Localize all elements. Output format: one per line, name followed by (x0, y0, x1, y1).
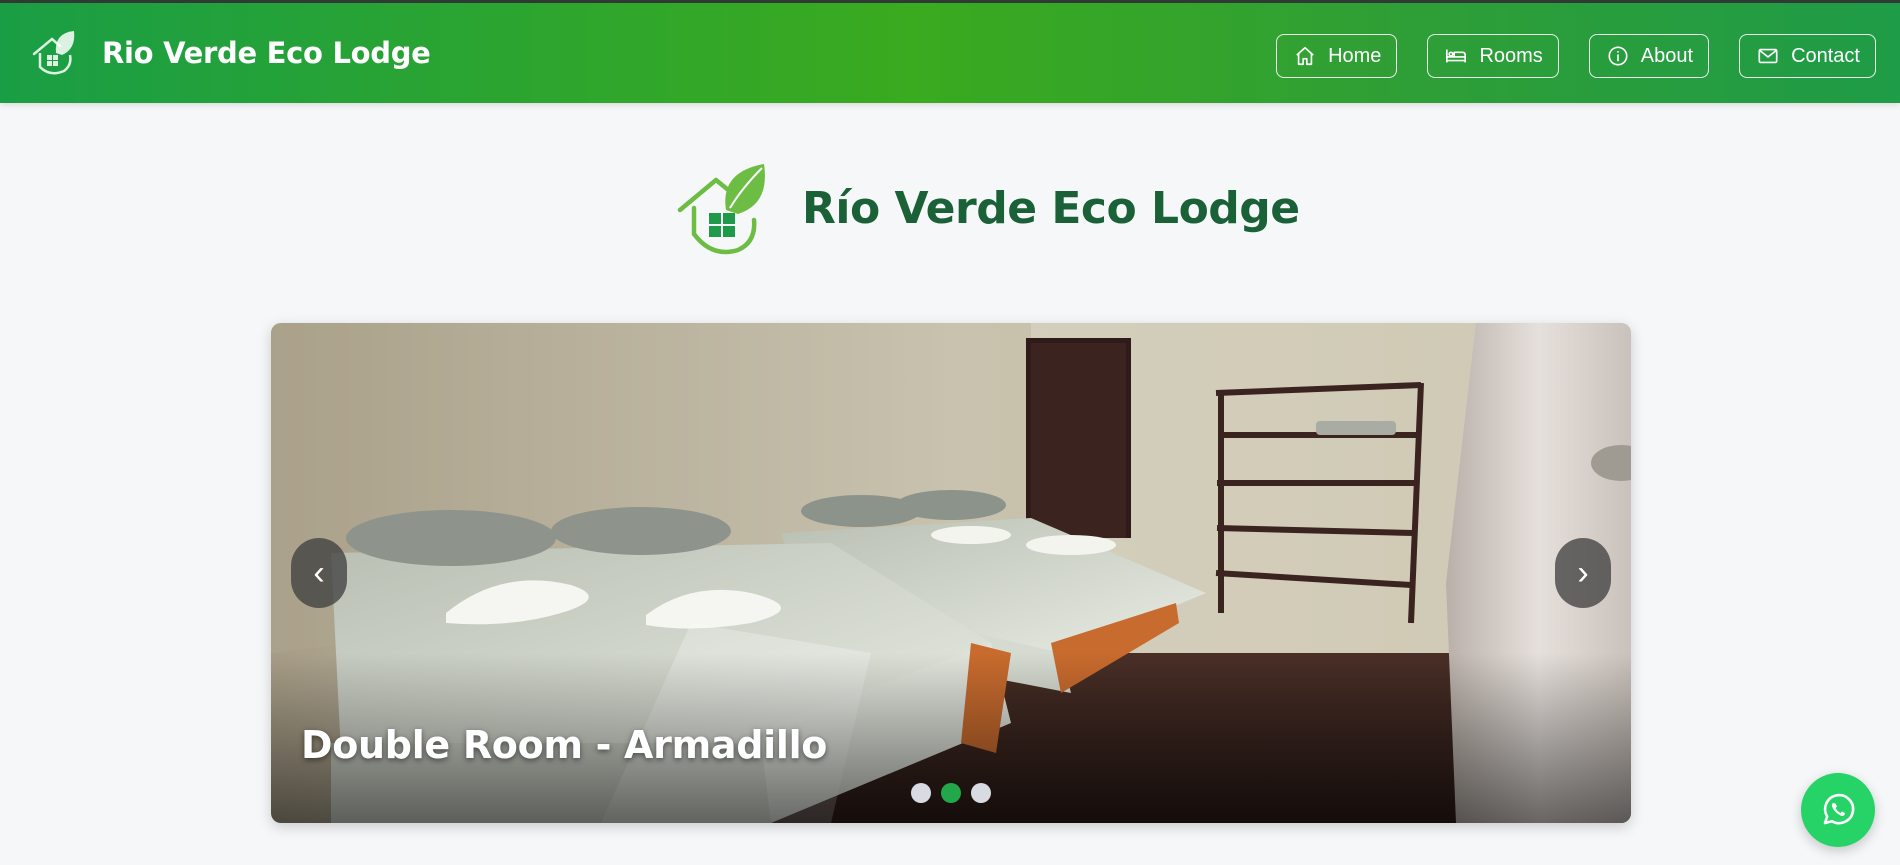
nav-home-button[interactable]: Home (1276, 34, 1398, 78)
envelope-icon (1758, 48, 1778, 64)
page-title: Río Verde Eco Lodge (802, 182, 1300, 234)
slide-caption: Double Room - Armadillo (301, 723, 828, 767)
brand[interactable]: Rio Verde Eco Lodge (30, 25, 431, 81)
carousel-indicators (911, 783, 991, 803)
carousel-dot-1[interactable] (911, 783, 931, 803)
nav-rooms-label: Rooms (1479, 44, 1543, 67)
carousel-prev-button[interactable]: ‹ (291, 538, 347, 608)
main-nav: Home Rooms About Contact (1276, 34, 1876, 78)
whatsapp-button[interactable] (1801, 773, 1875, 847)
whatsapp-icon (1823, 793, 1855, 825)
info-icon (1608, 46, 1628, 66)
house-leaf-icon (32, 31, 75, 75)
hero-heading: Río Verde Eco Lodge (676, 158, 1300, 258)
house-leaf-icon (677, 164, 765, 255)
brand-name: Rio Verde Eco Lodge (102, 36, 431, 70)
carousel-dot-2[interactable] (941, 783, 961, 803)
home-icon (1296, 46, 1314, 66)
nav-rooms-button[interactable]: Rooms (1427, 34, 1559, 78)
nav-home-label: Home (1328, 44, 1382, 67)
carousel-dot-3[interactable] (971, 783, 991, 803)
top-navbar: Rio Verde Eco Lodge Home Rooms About Con… (0, 0, 1900, 103)
nav-about-label: About (1640, 44, 1694, 67)
nav-about-button[interactable]: About (1588, 34, 1710, 78)
room-carousel[interactable]: Double Room - Armadillo ‹ › (271, 323, 1631, 823)
bed-icon (1446, 49, 1467, 63)
nav-contact-label: Contact (1791, 44, 1860, 67)
nav-contact-button[interactable]: Contact (1739, 34, 1876, 78)
carousel-next-button[interactable]: › (1555, 538, 1611, 608)
